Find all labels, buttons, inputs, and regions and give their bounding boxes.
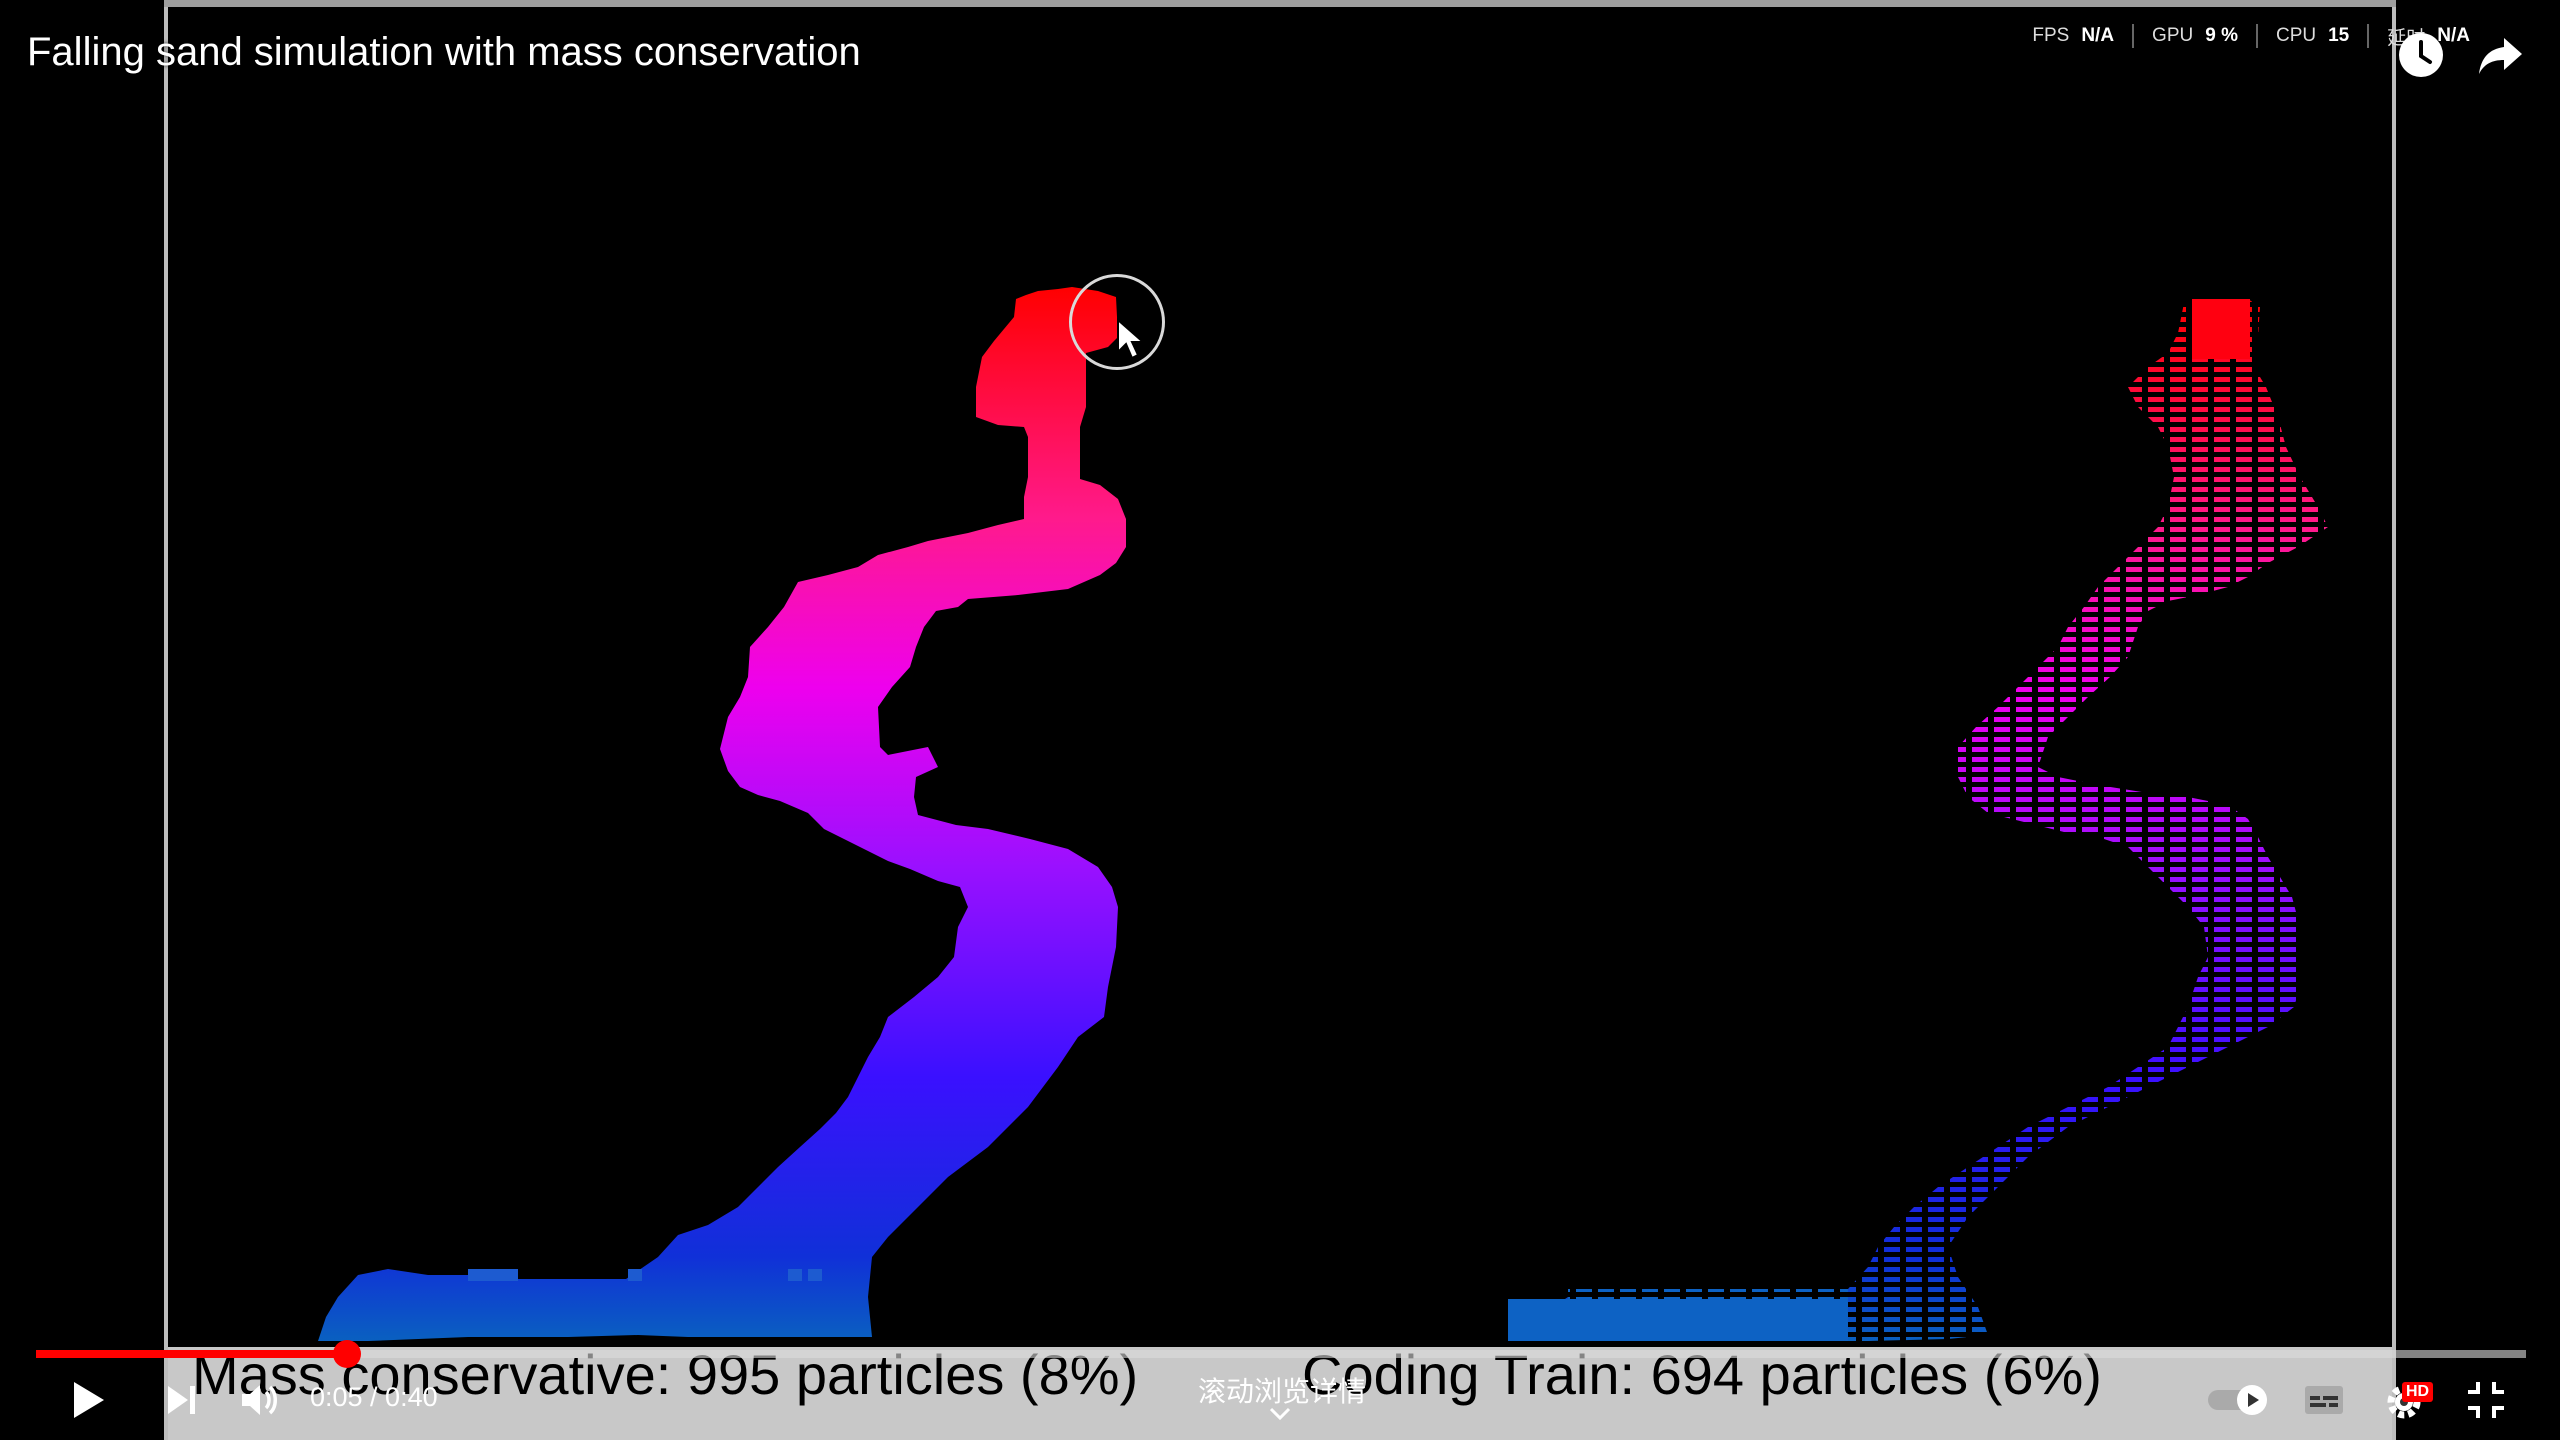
next-icon[interactable] — [164, 1378, 200, 1422]
mouse-cursor-icon — [1117, 318, 1146, 360]
fps-label: FPS — [2032, 25, 2070, 46]
share-icon[interactable] — [2476, 30, 2526, 80]
hd-badge: HD — [2402, 1382, 2434, 1402]
play-icon[interactable] — [68, 1378, 108, 1422]
fps-stat: FPS N/A — [2014, 24, 2132, 48]
autoplay-toggle-icon[interactable] — [2206, 1378, 2274, 1422]
sand-stream-mass-conservative — [318, 287, 1126, 1341]
volume-icon[interactable] — [238, 1378, 282, 1422]
cpu-stat: CPU 15 — [2255, 24, 2367, 48]
gpu-label: GPU — [2152, 25, 2194, 46]
sand-stream-coding-train — [1508, 299, 2328, 1341]
cpu-value: 15 — [2328, 25, 2350, 46]
time-display: 0:05 / 0:40 — [310, 1382, 438, 1412]
video-title: Falling sand simulation with mass conser… — [27, 30, 861, 74]
progress-scrubber[interactable] — [333, 1340, 361, 1368]
video-top-border — [164, 0, 2396, 7]
gpu-value: 9 % — [2205, 25, 2238, 46]
chevron-down-icon[interactable] — [1268, 1406, 1292, 1422]
watch-later-icon[interactable] — [2396, 30, 2446, 80]
subtitles-icon[interactable] — [2302, 1378, 2346, 1422]
exit-fullscreen-icon[interactable] — [2464, 1378, 2508, 1422]
fps-value: N/A — [2081, 25, 2115, 46]
scroll-hint[interactable]: 滚动浏览详情 — [1198, 1370, 1366, 1410]
simulation-canvas — [318, 287, 2328, 1341]
progress-bar[interactable] — [36, 1340, 2526, 1368]
gpu-stat: GPU 9 % — [2132, 24, 2256, 48]
progress-played — [36, 1350, 347, 1358]
cpu-label: CPU — [2275, 25, 2317, 46]
